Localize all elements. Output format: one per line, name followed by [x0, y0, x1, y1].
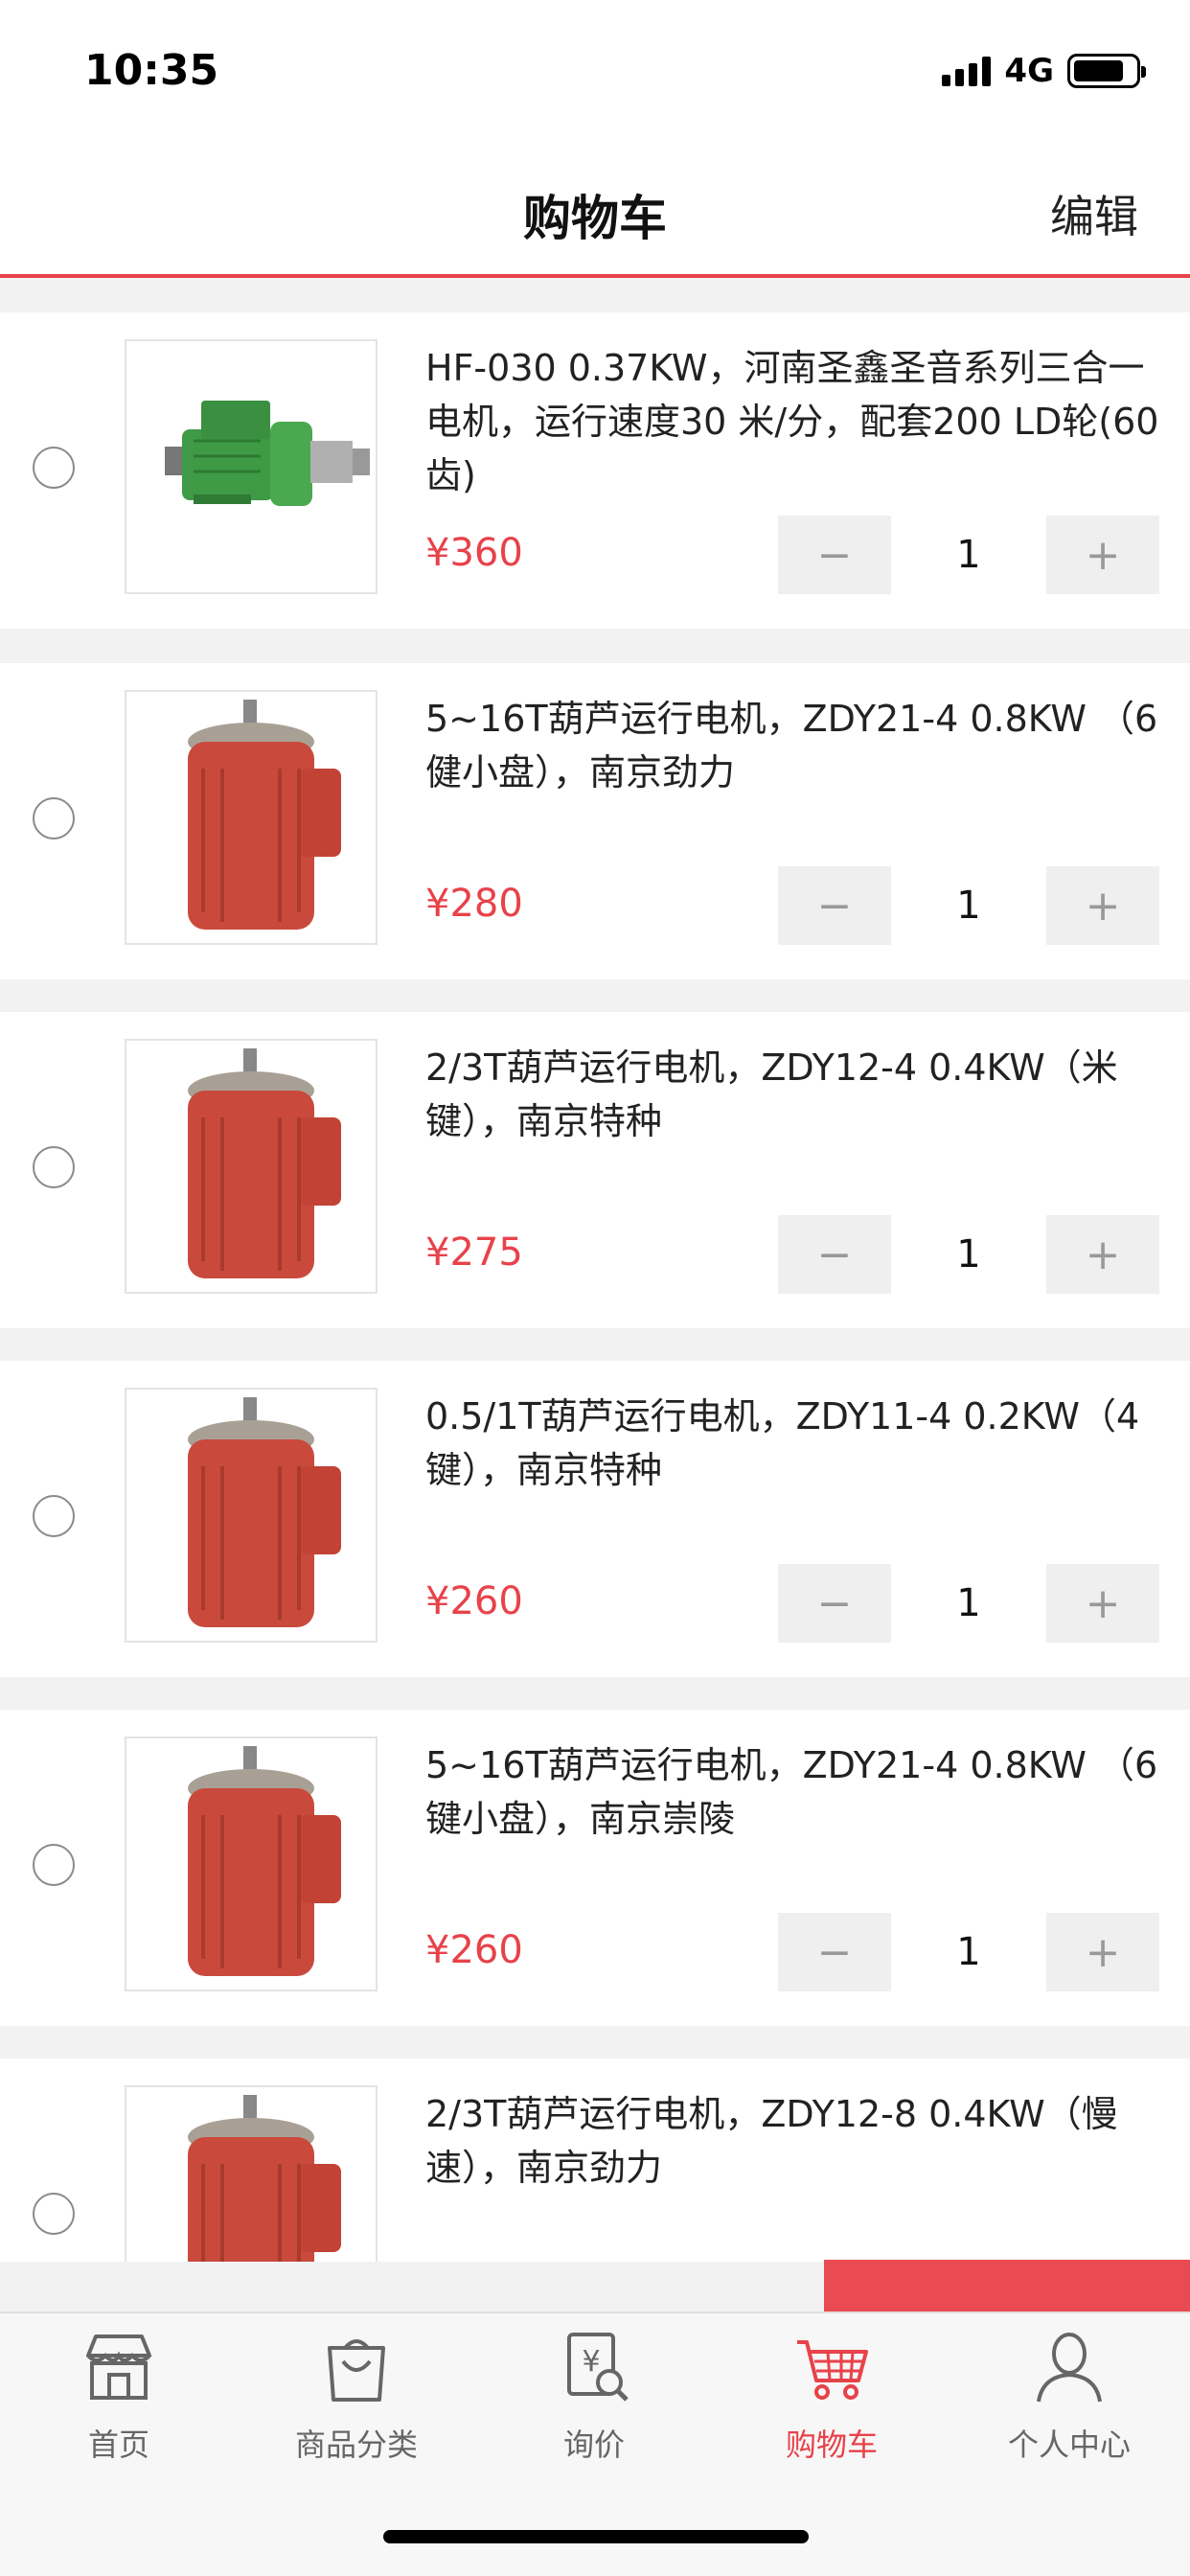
tab-label: 商品分类	[294, 2426, 418, 2463]
person-icon	[1037, 2333, 1102, 2403]
product-title[interactable]: 2/3T葫芦运行电机，ZDY12-4 0.4KW（米键），南京特种	[425, 1041, 1163, 1148]
cart-item: HF-030 0.37KW，河南圣鑫圣音系列三合一电机，运行速度30 米/分，配…	[0, 312, 1190, 629]
svg-text:¥: ¥	[582, 2345, 600, 2379]
decrement-button[interactable]: −	[778, 1913, 891, 1991]
quantity-stepper: − 1 +	[778, 1913, 1159, 1991]
quantity-value[interactable]: 1	[891, 1913, 1046, 1991]
quantity-stepper: − 1 +	[778, 866, 1159, 945]
increment-button[interactable]: +	[1046, 516, 1159, 594]
quantity-value[interactable]: 1	[891, 866, 1046, 945]
cart-list[interactable]: HF-030 0.37KW，河南圣鑫圣音系列三合一电机，运行速度30 米/分，配…	[0, 312, 1190, 2262]
decrement-button[interactable]: −	[778, 866, 891, 945]
cart-item: 2/3T葫芦运行电机，ZDY12-8 0.4KW（慢速），南京劲力	[0, 2058, 1190, 2262]
edit-button[interactable]: 编辑	[1050, 182, 1138, 245]
product-title[interactable]: 5~16T葫芦运行电机，ZDY21-4 0.8KW （6键小盘），南京崇陵	[425, 1738, 1163, 1846]
checkout-bar-edge[interactable]	[824, 2260, 1190, 2312]
product-image[interactable]	[125, 690, 378, 945]
red-motor-image	[126, 1738, 376, 1990]
select-checkbox[interactable]	[33, 2193, 75, 2235]
decrement-button[interactable]: −	[778, 1564, 891, 1643]
signal-icon	[942, 56, 992, 86]
tab-inquiry[interactable]: ¥ 询价	[475, 2327, 713, 2499]
increment-button[interactable]: +	[1046, 866, 1159, 945]
tab-label: 购物车	[785, 2426, 878, 2463]
product-price: ¥360	[425, 531, 523, 575]
product-image[interactable]	[125, 2085, 378, 2262]
product-price: ¥260	[425, 1928, 523, 1972]
storefront-icon	[86, 2334, 151, 2400]
cart-item: 5~16T葫芦运行电机，ZDY21-4 0.8KW （6健小盘），南京劲力 ¥2…	[0, 663, 1190, 979]
product-title[interactable]: 0.5/1T葫芦运行电机，ZDY11-4 0.2KW（4键），南京特种	[425, 1390, 1163, 1497]
page-title: 购物车	[523, 191, 667, 246]
tab-profile[interactable]: 个人中心	[950, 2327, 1188, 2499]
product-image[interactable]	[125, 1388, 378, 1643]
status-bar: 10:35 4G	[0, 0, 1190, 144]
red-motor-image	[126, 692, 376, 943]
green-motor-image	[126, 341, 376, 592]
tab-categories[interactable]: 商品分类	[238, 2327, 475, 2499]
quantity-value[interactable]: 1	[891, 516, 1046, 594]
product-price: ¥275	[425, 1230, 523, 1275]
nav-bar: 购物车 编辑	[0, 144, 1190, 278]
cart-item: 2/3T葫芦运行电机，ZDY12-4 0.4KW（米键），南京特种 ¥275 −…	[0, 1012, 1190, 1328]
tab-label: 询价	[562, 2426, 625, 2463]
select-checkbox[interactable]	[33, 1495, 75, 1537]
product-image[interactable]	[125, 339, 378, 594]
cart-icon	[797, 2340, 868, 2400]
tab-cart[interactable]: 购物车	[713, 2327, 950, 2499]
quantity-stepper: − 1 +	[778, 516, 1159, 594]
decrement-button[interactable]: −	[778, 1215, 891, 1294]
cart-item: 0.5/1T葫芦运行电机，ZDY11-4 0.2KW（4键），南京特种 ¥260…	[0, 1361, 1190, 1677]
product-title[interactable]: 5~16T葫芦运行电机，ZDY21-4 0.8KW （6健小盘），南京劲力	[425, 692, 1163, 799]
increment-button[interactable]: +	[1046, 1913, 1159, 1991]
network-type: 4G	[1004, 52, 1054, 90]
red-motor-image	[126, 2087, 376, 2262]
tab-label: 首页	[87, 2426, 149, 2463]
increment-button[interactable]: +	[1046, 1215, 1159, 1294]
product-image[interactable]	[125, 1736, 378, 1991]
select-checkbox[interactable]	[33, 1844, 75, 1886]
quantity-stepper: − 1 +	[778, 1215, 1159, 1294]
price-inquiry-icon: ¥	[567, 2333, 629, 2402]
product-price: ¥280	[425, 882, 523, 926]
select-checkbox[interactable]	[33, 1146, 75, 1188]
product-title[interactable]: 2/3T葫芦运行电机，ZDY12-8 0.4KW（慢速），南京劲力	[425, 2087, 1163, 2195]
red-motor-image	[126, 1041, 376, 1292]
battery-icon	[1067, 54, 1146, 88]
select-checkbox[interactable]	[33, 447, 75, 489]
red-motor-image	[126, 1390, 376, 1641]
shopping-bag-icon	[328, 2339, 385, 2402]
home-indicator[interactable]	[383, 2530, 809, 2543]
tab-label: 个人中心	[1007, 2426, 1131, 2463]
quantity-stepper: − 1 +	[778, 1564, 1159, 1643]
product-price: ¥260	[425, 1579, 523, 1623]
status-time: 10:35	[84, 46, 219, 95]
status-indicators: 4G	[942, 52, 1146, 90]
decrement-button[interactable]: −	[778, 516, 891, 594]
product-image[interactable]	[125, 1039, 378, 1294]
tab-home[interactable]: 首页	[0, 2327, 238, 2499]
product-title[interactable]: HF-030 0.37KW，河南圣鑫圣音系列三合一电机，运行速度30 米/分，配…	[425, 341, 1163, 502]
cart-item: 5~16T葫芦运行电机，ZDY21-4 0.8KW （6键小盘），南京崇陵 ¥2…	[0, 1710, 1190, 2026]
select-checkbox[interactable]	[33, 797, 75, 840]
quantity-value[interactable]: 1	[891, 1564, 1046, 1643]
increment-button[interactable]: +	[1046, 1564, 1159, 1643]
quantity-value[interactable]: 1	[891, 1215, 1046, 1294]
